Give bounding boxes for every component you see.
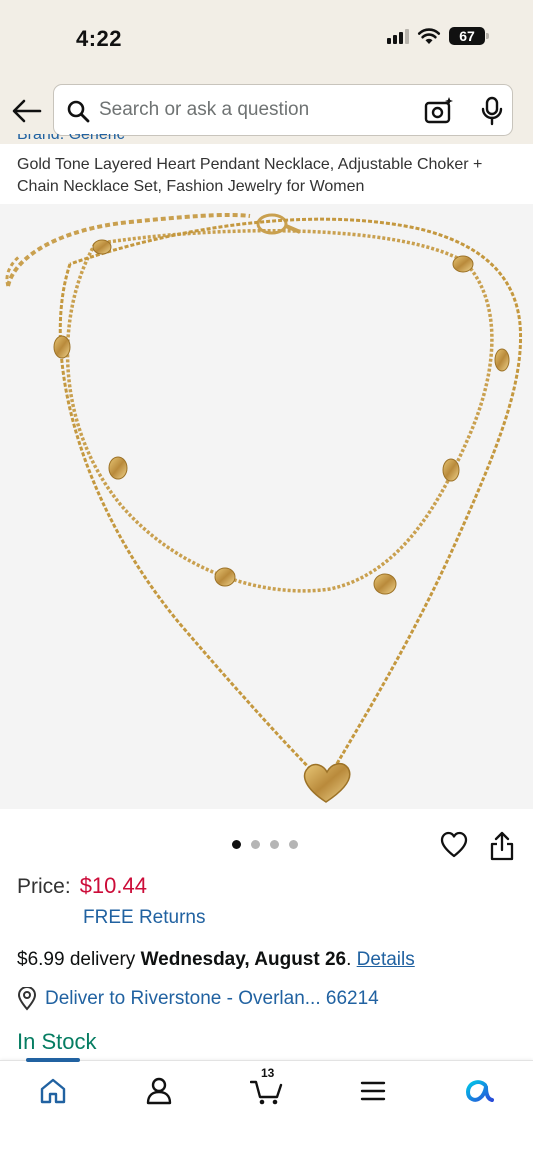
delivery-location-text[interactable]: Deliver to Riverstone - Overlan... 66214	[45, 988, 379, 1010]
menu-icon	[360, 1081, 386, 1101]
delivery-details-link[interactable]: Details	[357, 949, 415, 970]
cart-icon	[250, 1080, 283, 1105]
product-image[interactable]	[0, 204, 533, 809]
nav-account[interactable]	[139, 1071, 179, 1111]
delivery-info: $6.99 delivery Wednesday, August 26. Det…	[17, 949, 415, 971]
brand-link[interactable]: Brand: Generic	[17, 134, 317, 152]
wifi-icon	[417, 28, 441, 44]
carousel-dot[interactable]	[289, 840, 298, 849]
delivery-cost: $6.99 delivery	[17, 949, 136, 970]
necklace-image	[5, 212, 523, 803]
image-carousel-dots[interactable]	[232, 840, 298, 849]
delivery-date: Wednesday, August 26	[140, 949, 347, 970]
status-icons: 67	[387, 27, 489, 45]
deliver-to-location[interactable]: Deliver to Riverstone - Overlan... 66214	[17, 987, 379, 1011]
price-label: Price:	[17, 875, 71, 898]
share-icon[interactable]	[489, 831, 515, 861]
nav-menu[interactable]	[353, 1071, 393, 1111]
cart-count-badge: 13	[261, 1066, 275, 1080]
delivery-period: .	[346, 949, 352, 970]
price-value: $10.44	[79, 873, 147, 898]
assistant-icon	[466, 1080, 494, 1102]
home-icon	[40, 1078, 66, 1104]
search-box[interactable]	[53, 84, 513, 136]
wishlist-heart-icon[interactable]	[440, 831, 468, 859]
microphone-icon[interactable]	[479, 96, 505, 126]
carousel-dot[interactable]	[270, 840, 279, 849]
back-arrow-icon[interactable]	[10, 94, 44, 128]
carousel-dot[interactable]	[251, 840, 260, 849]
nav-home[interactable]	[33, 1071, 73, 1111]
brand-text: Brand: Generic	[17, 134, 125, 143]
search-input[interactable]	[99, 93, 419, 127]
price-row: Price: $10.44	[17, 873, 147, 899]
active-tab-indicator	[26, 1058, 80, 1062]
search-icon	[67, 100, 90, 123]
location-pin-icon	[17, 987, 37, 1011]
free-returns-link[interactable]: FREE Returns	[83, 907, 205, 929]
status-bar: 4:22 67	[0, 0, 533, 78]
stock-status: In Stock	[17, 1029, 97, 1054]
battery-icon: 67	[449, 27, 489, 45]
signal-icon	[387, 28, 409, 44]
carousel-dot[interactable]	[232, 840, 241, 849]
nav-assistant[interactable]	[460, 1071, 500, 1111]
product-title: Gold Tone Layered Heart Pendant Necklace…	[17, 156, 483, 195]
bottom-nav: 13	[0, 1058, 533, 1158]
nav-cart[interactable]: 13	[247, 1066, 287, 1111]
camera-icon[interactable]	[424, 96, 454, 126]
status-time: 4:22	[76, 26, 123, 51]
account-icon	[146, 1077, 172, 1105]
